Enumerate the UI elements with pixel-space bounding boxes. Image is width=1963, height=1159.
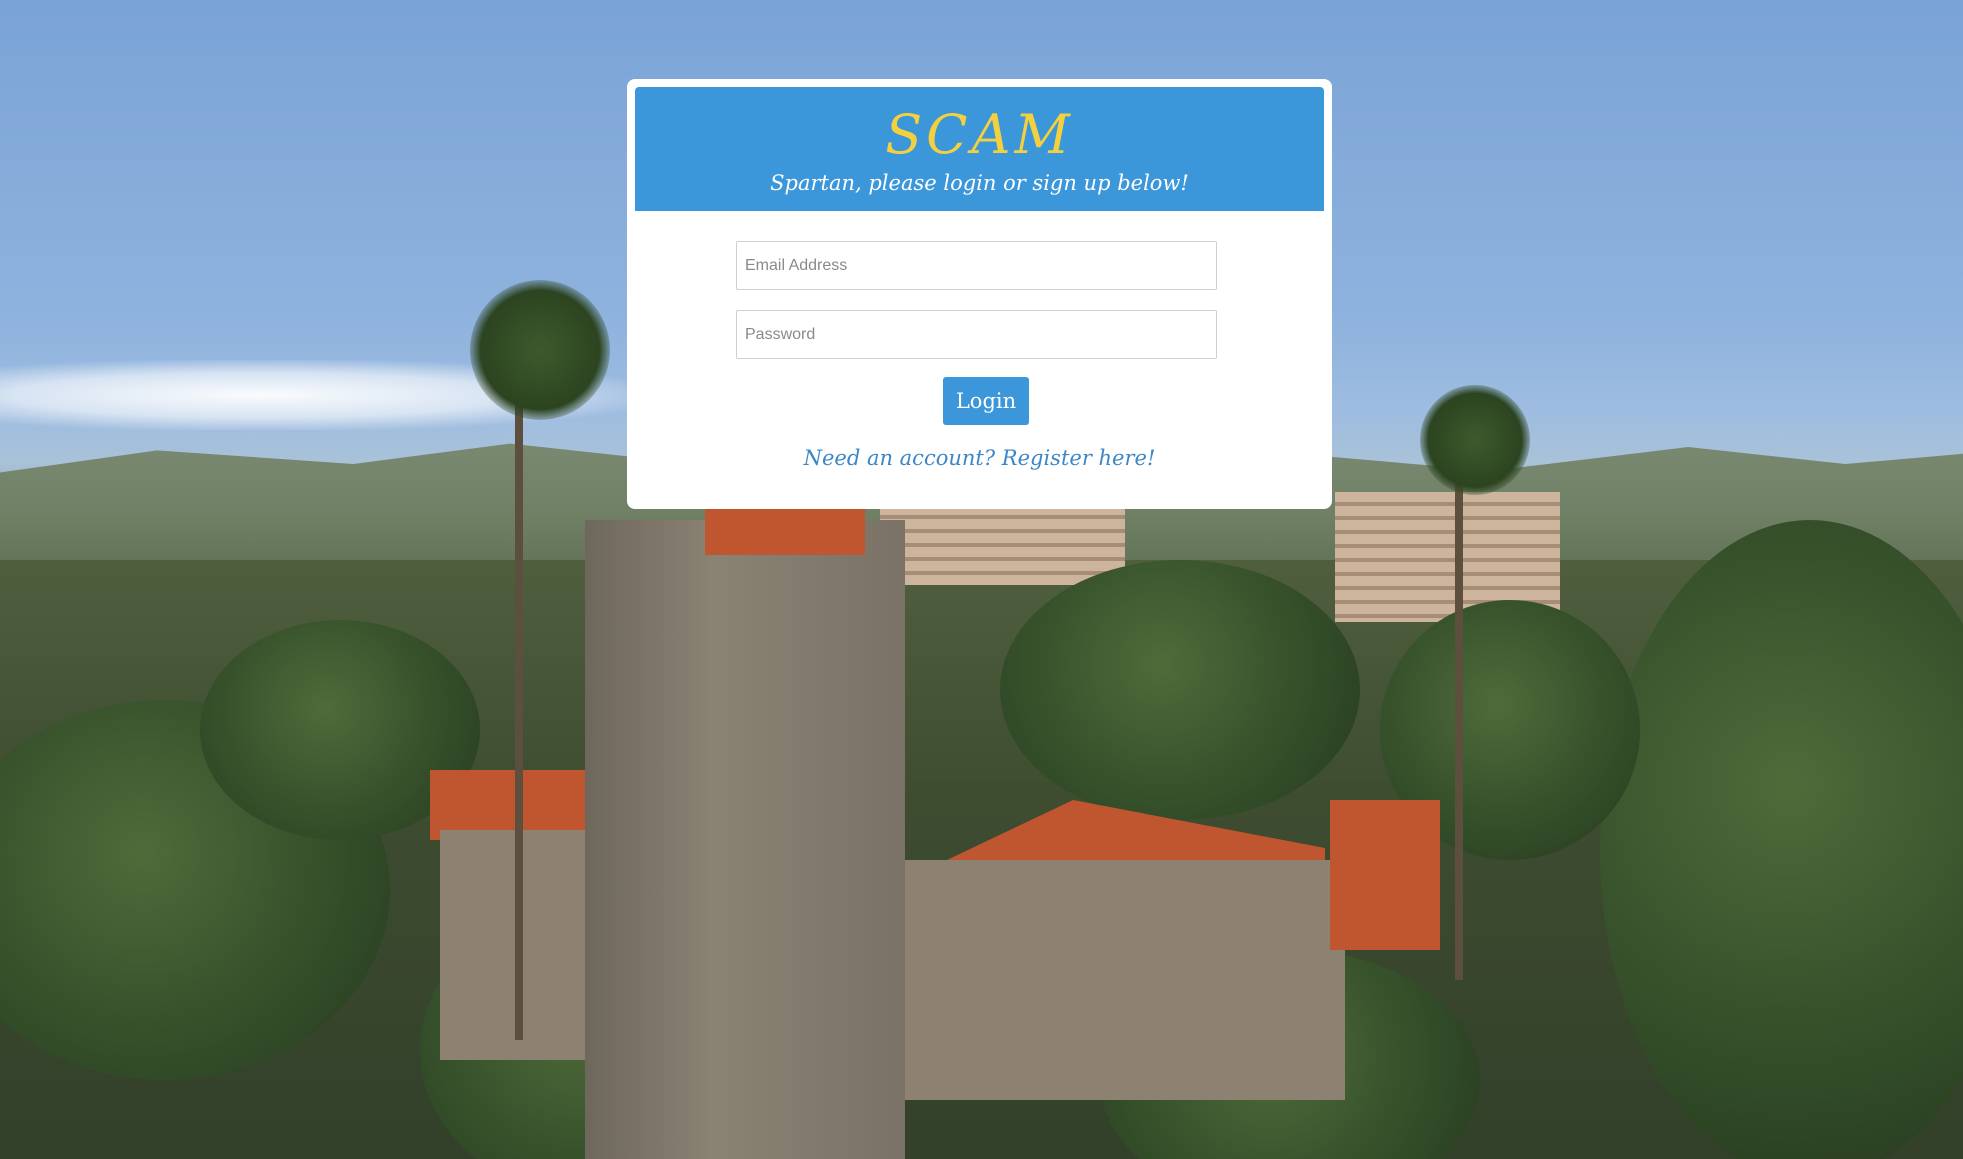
login-button[interactable]: Login — [943, 377, 1029, 425]
bell-tower — [585, 520, 905, 1159]
tower-roof — [705, 505, 865, 555]
app-title: SCAM — [885, 103, 1074, 166]
palm-trunk — [1455, 420, 1463, 980]
login-subtitle: Spartan, please login or sign up below! — [770, 171, 1189, 195]
panel-header: SCAM Spartan, please login or sign up be… — [635, 87, 1324, 211]
hall-building — [905, 860, 1345, 1100]
background-campus-photo: SCAM Spartan, please login or sign up be… — [0, 0, 1963, 1159]
login-panel: SCAM Spartan, please login or sign up be… — [627, 79, 1332, 509]
palm-trunk — [515, 340, 523, 1040]
email-field[interactable] — [736, 241, 1217, 290]
roof — [1330, 800, 1440, 950]
palm-fronds — [1420, 385, 1530, 495]
password-field[interactable] — [736, 310, 1217, 359]
tree — [1000, 560, 1360, 820]
palm-fronds — [470, 280, 610, 420]
register-link[interactable]: Need an account? Register here! — [635, 446, 1324, 470]
highrise-building-2 — [880, 505, 1125, 585]
login-form: Login Need an account? Register here! — [635, 211, 1324, 501]
